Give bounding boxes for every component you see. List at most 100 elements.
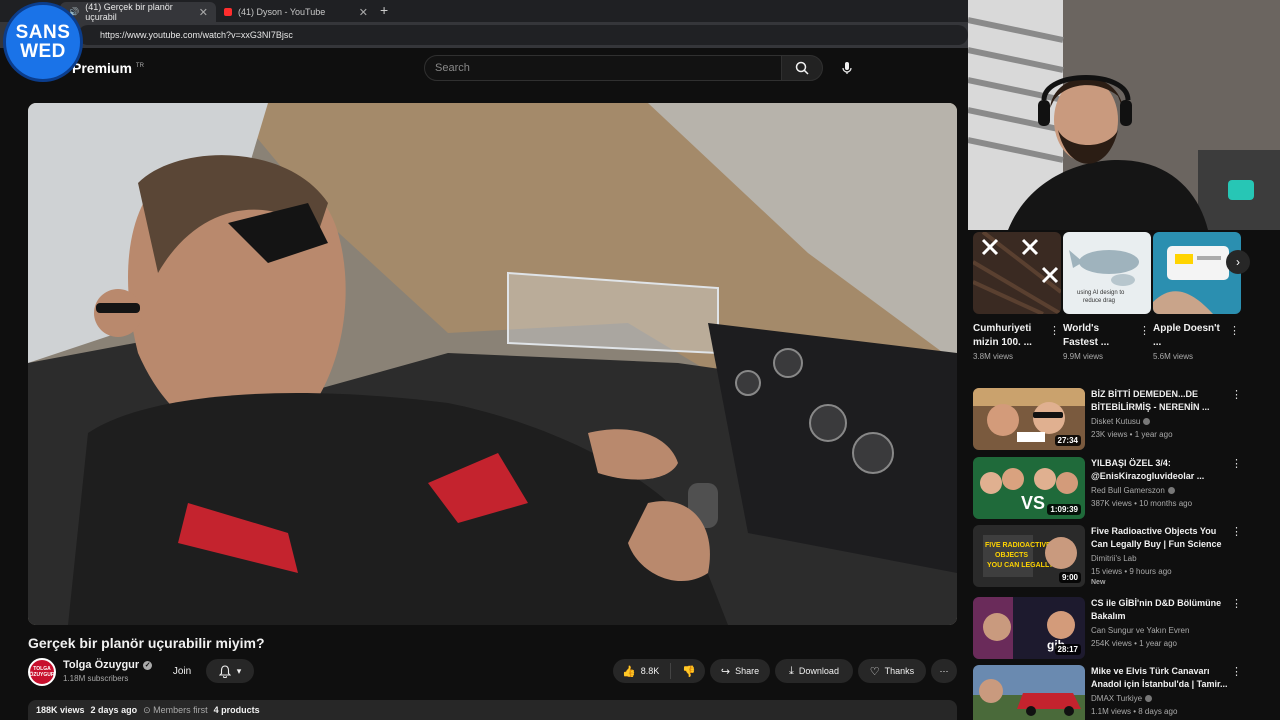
video-meta: 254K views • 1 year ago (1091, 639, 1177, 648)
thanks-button[interactable]: ♡ Thanks (858, 659, 926, 683)
more-icon: ⋯ (939, 665, 949, 676)
video-title[interactable]: CS ile GİBİ'nin D&D Bölümüne Bakalım (1091, 597, 1231, 623)
download-button[interactable]: ⤓ Download (775, 659, 853, 683)
video-meta: 1.1M views • 8 days ago (1091, 707, 1178, 716)
tab-active[interactable]: 🔊 (41) Gerçek bir planör uçurabil ✕ (60, 2, 216, 22)
members-first-badge: ⊙ Members first (143, 704, 208, 715)
logo-line-2: WED (20, 41, 66, 62)
channel-name[interactable]: Dimitrii's Lab (1091, 554, 1137, 563)
like-count[interactable]: 8.8K (641, 666, 660, 676)
voice-search-button[interactable] (834, 55, 860, 81)
video-thumbnail[interactable]: VS 1:09:39 (973, 457, 1085, 519)
video-thumbnail[interactable]: gib 28:17 (973, 597, 1085, 659)
more-options-icon[interactable]: ⋮ (1049, 324, 1060, 337)
share-button[interactable]: ↪ Share (710, 659, 770, 683)
logo-line-1: SANS (15, 22, 71, 43)
recommendation-item[interactable]: VS 1:09:39 YILBAŞI ÖZEL 3/4: @EnisKirazo… (973, 457, 1273, 519)
youtube-favicon-icon (224, 8, 232, 16)
new-tab-button[interactable]: + (380, 2, 388, 18)
video-thumbnail[interactable]: FIVE RADIOACTIVE OBJECTS YOU CAN LEGALLY 9… (973, 525, 1085, 587)
description-summary[interactable]: 188K views 2 days ago ⊙ Members first 4 … (28, 700, 957, 720)
webcam-image (968, 0, 1280, 230)
channel-avatar[interactable]: TOLGA ÖZUYGUR (28, 658, 56, 686)
video-title[interactable]: Mike ve Elvis Türk Canavarı Anadol için … (1091, 665, 1231, 691)
microphone-icon (842, 62, 852, 74)
like-dislike-group: 👍 8.8K 👎 (613, 659, 705, 683)
close-icon[interactable]: ✕ (359, 6, 368, 19)
more-options-icon[interactable]: ⋮ (1231, 597, 1242, 610)
channel-name[interactable]: DMAX Turkiye (1091, 694, 1153, 703)
svg-text:YOU CAN LEGALLY: YOU CAN LEGALLY (987, 562, 1054, 569)
svg-text:OBJECTS: OBJECTS (995, 552, 1028, 559)
more-options-icon[interactable]: ⋮ (1139, 324, 1150, 337)
bell-icon (218, 664, 231, 678)
svg-text:FIVE RADIOACTIVE: FIVE RADIOACTIVE (985, 542, 1051, 549)
short-thumbnail[interactable]: using AI design to reduce drag (1063, 232, 1151, 314)
tab-label: (41) Gerçek bir planör uçurabil (85, 2, 173, 22)
recommendation-item[interactable]: FIVE RADIOACTIVE OBJECTS YOU CAN LEGALLY 9… (973, 525, 1273, 587)
short-title[interactable]: Apple Doesn't ... (1153, 322, 1225, 350)
short-views: 5.6M views (1153, 352, 1194, 361)
chevron-right-icon[interactable]: › (1226, 250, 1250, 274)
short-title[interactable]: Cumhuriyeti mizin 100. ... (973, 322, 1045, 350)
view-count: 188K views (36, 705, 85, 715)
short-views: 9.9M views (1063, 352, 1104, 361)
video-title[interactable]: Five Radioactive Objects You Can Legally… (1091, 525, 1231, 551)
chevron-down-icon: ▾ (236, 665, 242, 676)
video-frame (28, 103, 957, 625)
like-icon[interactable]: 👍 (622, 665, 636, 678)
share-icon: ↪ (720, 665, 731, 678)
recommendation-item[interactable]: 27:34 BİZ BİTTİ DEMEDEN...DE BİTEBİLİRMİ… (973, 388, 1273, 450)
short-card[interactable]: Apple Doesn't ... 5.6M views ⋮ (1153, 232, 1241, 361)
video-title[interactable]: YILBAŞI ÖZEL 3/4: @EnisKirazogluvideolar… (1091, 457, 1231, 483)
close-icon[interactable]: ✕ (199, 6, 208, 19)
short-thumbnail[interactable] (1153, 232, 1241, 314)
video-meta: 387K views • 10 months ago (1091, 499, 1193, 508)
channel-logo-badge: SANS WED (3, 2, 83, 82)
video-title[interactable]: BİZ BİTTİ DEMEDEN...DE BİTEBİLİRMİŞ - NE… (1091, 388, 1231, 414)
search-icon (795, 61, 809, 75)
video-duration: 28:17 (1054, 644, 1081, 655)
verified-icon (1143, 418, 1151, 425)
short-card[interactable]: Cumhuriyeti mizin 100. ... 3.8M views ⋮ (973, 232, 1061, 361)
svg-text:using AI design to: using AI design to (1077, 290, 1125, 296)
thanks-icon: ♡ (869, 665, 880, 678)
address-bar[interactable]: https://www.youtube.com/watch?v=xxG3NI7B… (78, 25, 968, 45)
more-options-icon[interactable]: ⋮ (1231, 665, 1242, 678)
tab-label: (41) Dyson - YouTube (238, 7, 326, 17)
more-options-icon[interactable]: ⋮ (1229, 324, 1240, 337)
video-player[interactable] (28, 103, 957, 625)
recommendation-item[interactable]: Mike ve Elvis Türk Canavarı Anadol için … (973, 665, 1273, 720)
video-meta: 23K views • 1 year ago (1091, 430, 1173, 439)
short-thumbnail[interactable] (973, 232, 1061, 314)
channel-name[interactable]: Tolga Özuygur ✓ (63, 659, 153, 671)
video-thumbnail[interactable]: 27:34 (973, 388, 1085, 450)
dislike-icon[interactable]: 👎 (682, 665, 696, 678)
short-card[interactable]: using AI design to reduce drag World's Fa… (1063, 232, 1151, 361)
new-badge: New (1091, 579, 1106, 586)
more-options-icon[interactable]: ⋮ (1231, 388, 1242, 401)
short-title[interactable]: World's Fastest ... (1063, 322, 1135, 350)
more-options-icon[interactable]: ⋮ (1231, 457, 1242, 470)
webcam-overlay (968, 0, 1280, 230)
search-button[interactable] (781, 55, 823, 81)
recommendation-item[interactable]: gib 28:17 CS ile GİBİ'nin D&D Bölümüne B… (973, 597, 1273, 659)
svg-text:reduce drag: reduce drag (1083, 298, 1115, 304)
video-title: Gerçek bir planör uçurabilir miyim? (28, 635, 265, 651)
join-button[interactable]: Join (160, 659, 204, 683)
youtube-premium-logo[interactable]: Premium TR (72, 60, 144, 76)
search-input[interactable]: Search (424, 55, 782, 81)
download-icon: ⤓ (789, 664, 794, 677)
verified-icon: ✓ (143, 660, 153, 670)
subscription-bell-button[interactable]: ▾ (206, 659, 254, 683)
channel-name[interactable]: Can Sungur ve Yakın Evren (1091, 626, 1189, 635)
more-actions-button[interactable]: ⋯ (931, 659, 957, 683)
subscriber-count: 1.18M subscribers (63, 674, 129, 683)
more-options-icon[interactable]: ⋮ (1231, 525, 1242, 538)
tab-dyson[interactable]: (41) Dyson - YouTube ✕ (216, 2, 376, 22)
channel-name[interactable]: Red Bull Gamerszon (1091, 486, 1175, 495)
short-views: 3.8M views (973, 352, 1014, 361)
channel-name[interactable]: Disket Kutusu (1091, 417, 1151, 426)
video-duration: 1:09:39 (1047, 504, 1081, 515)
video-thumbnail[interactable] (973, 665, 1085, 720)
